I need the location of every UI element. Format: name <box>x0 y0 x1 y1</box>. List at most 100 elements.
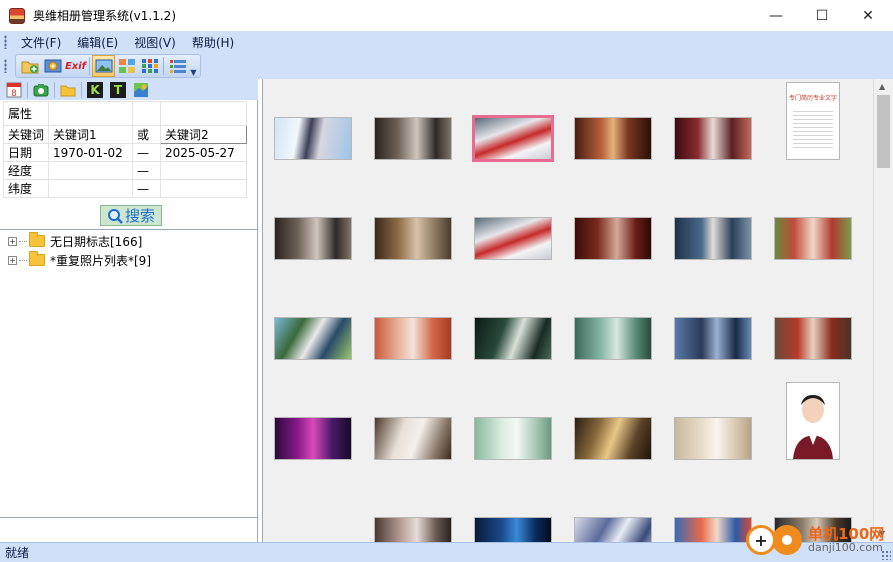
tree-item-label: *重复照片列表*[9] <box>50 253 151 268</box>
photo-thumbnail[interactable] <box>575 218 651 259</box>
keyword-k-icon: K <box>87 81 103 98</box>
photo-thumbnail[interactable] <box>275 318 351 359</box>
photo-thumbnail[interactable] <box>575 118 651 159</box>
tree-item-no-date[interactable]: + 无日期标志[166] <box>8 232 142 250</box>
folder-add-icon <box>21 61 38 74</box>
photo-thumbnail[interactable] <box>475 218 551 259</box>
latitude-row-label: 纬度 <box>2 179 50 198</box>
photo-thumbnail[interactable] <box>375 418 451 459</box>
menu-edit[interactable]: 编辑(E) <box>69 34 126 51</box>
photo-thumbnail[interactable] <box>775 218 851 259</box>
scroll-up-icon[interactable]: ▲ <box>879 82 885 91</box>
overflow-chevron-icon[interactable]: ▼ <box>189 55 198 77</box>
photo-thumbnail[interactable] <box>575 418 651 459</box>
image-settings-button[interactable] <box>41 55 64 77</box>
title-bar: 奥维相册管理系统(v1.1.2) — ☐ ✕ <box>0 0 893 31</box>
longitude-separator: — <box>132 161 161 180</box>
property-header-cell <box>132 101 161 126</box>
search-button-label: 搜索 <box>124 207 155 225</box>
latitude-start-field[interactable] <box>48 179 133 198</box>
keyword2-field[interactable]: 关键词2 <box>159 125 248 144</box>
photo-thumbnail[interactable] <box>475 318 551 359</box>
site-watermark: + 单机100网 danji100.com <box>746 520 893 560</box>
details-list-icon <box>169 60 186 73</box>
calendar-button[interactable]: 8 <box>4 81 24 99</box>
keyword-operator[interactable]: 或 <box>132 125 161 144</box>
maximize-button[interactable]: ☐ <box>799 0 845 31</box>
photo-thumbnail[interactable] <box>575 518 651 542</box>
longitude-end-field[interactable] <box>159 161 248 180</box>
main-toolbar: Exif ▼ <box>0 53 893 79</box>
folder-button[interactable] <box>58 81 78 99</box>
property-table: 属性 关键词 关键词1 或 关键词2 日期 1970-01-02 — 2025-… <box>2 101 248 198</box>
keyword-row-label: 关键词 <box>2 125 50 144</box>
person-portrait-icon <box>793 395 833 459</box>
date-row-label: 日期 <box>2 143 50 162</box>
toolbar-grip-icon[interactable] <box>4 59 7 73</box>
camera-button[interactable] <box>31 81 51 99</box>
photo-thumbnail[interactable] <box>275 418 351 459</box>
map-icon <box>134 82 148 97</box>
document-thumbnail[interactable]: 专门简历专业文字 <box>787 83 839 159</box>
left-toolbar: 8 K T <box>0 79 258 100</box>
calendar-icon: 8 <box>6 82 22 98</box>
minimize-button[interactable]: — <box>753 0 799 31</box>
tree-connector <box>19 240 27 242</box>
camera-icon <box>33 83 49 96</box>
scrollbar-thumb[interactable] <box>877 95 890 168</box>
menu-file[interactable]: 文件(F) <box>13 34 69 51</box>
latitude-end-field[interactable] <box>159 179 248 198</box>
photo-thumbnail[interactable] <box>475 418 551 459</box>
search-button[interactable]: 搜索 <box>100 205 162 226</box>
small-thumbnails-button[interactable] <box>138 55 161 77</box>
toolbar-group: Exif ▼ <box>15 54 201 78</box>
menu-help[interactable]: 帮助(H) <box>184 34 242 51</box>
map-button[interactable] <box>131 81 151 99</box>
photo-thumbnail[interactable] <box>375 118 451 159</box>
close-button[interactable]: ✕ <box>845 0 891 31</box>
photo-thumbnail[interactable] <box>675 218 751 259</box>
keyword1-field[interactable]: 关键词1 <box>48 125 133 144</box>
watermark-line2: danji100.com <box>808 541 883 555</box>
medium-thumbnails-icon <box>118 59 135 73</box>
photo-thumbnail[interactable] <box>275 118 351 159</box>
photo-thumbnail[interactable] <box>375 518 451 542</box>
date-end-field[interactable]: 2025-05-27 <box>159 143 248 162</box>
latitude-separator: — <box>132 179 161 198</box>
photo-thumbnail[interactable] <box>375 318 451 359</box>
calendar-day: 8 <box>11 89 17 98</box>
photo-thumbnail[interactable] <box>275 218 351 259</box>
id-photo-thumbnail[interactable] <box>787 383 839 459</box>
expand-icon[interactable]: + <box>8 255 17 265</box>
photo-thumbnail[interactable] <box>375 218 451 259</box>
property-header-cell <box>159 101 248 126</box>
expand-icon[interactable]: + <box>8 236 17 246</box>
photo-thumbnail-selected[interactable] <box>475 118 551 159</box>
gallery-scrollbar[interactable]: ▲ ▼ <box>873 79 893 542</box>
date-start-field[interactable]: 1970-01-02 <box>48 143 133 162</box>
medium-thumbnails-button[interactable] <box>115 55 138 77</box>
photo-thumbnail[interactable] <box>675 118 751 159</box>
photo-thumbnail[interactable] <box>675 418 751 459</box>
photo-thumbnail[interactable] <box>475 518 551 542</box>
toolbar-separator <box>163 57 164 75</box>
photo-thumbnail[interactable] <box>575 318 651 359</box>
photo-thumbnail[interactable] <box>675 318 751 359</box>
folder-tree: + 无日期标志[166] + *重复照片列表*[9] <box>0 229 257 517</box>
menu-grip-icon[interactable] <box>4 35 7 49</box>
tree-item-duplicates[interactable]: + *重复照片列表*[9] <box>8 251 151 269</box>
photo-thumbnail[interactable] <box>775 318 851 359</box>
longitude-start-field[interactable] <box>48 161 133 180</box>
details-list-button[interactable] <box>166 55 189 77</box>
photo-thumbnail[interactable] <box>675 518 751 542</box>
menu-view[interactable]: 视图(V) <box>126 34 184 51</box>
tree-connector <box>19 259 27 261</box>
folder-add-button[interactable] <box>18 55 41 77</box>
folder-icon <box>29 251 45 266</box>
large-thumbnails-button[interactable] <box>92 55 115 77</box>
text-t-button[interactable]: T <box>108 81 128 99</box>
text-t-icon: T <box>110 81 126 98</box>
left-toolbar-separator <box>27 81 28 98</box>
keyword-k-button[interactable]: K <box>85 81 105 99</box>
exif-button[interactable]: Exif <box>64 55 87 77</box>
